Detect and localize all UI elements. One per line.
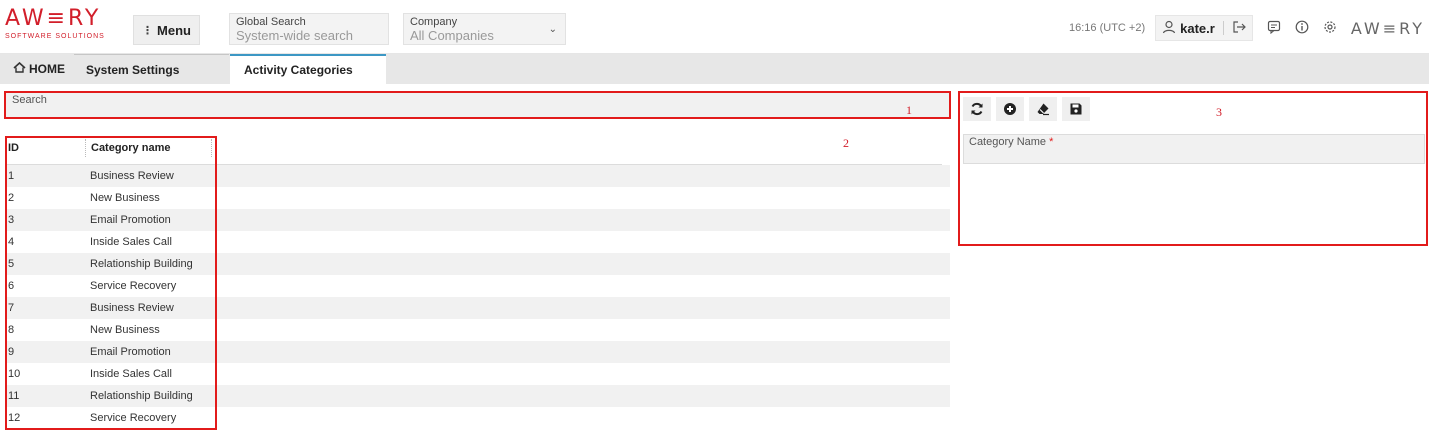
info-icon[interactable]: [1295, 20, 1309, 37]
annotation-3: 3: [1216, 105, 1222, 119]
cell-id: 5: [8, 258, 15, 270]
clear-button[interactable]: [1029, 97, 1057, 121]
table-row[interactable]: 5 Relationship Building: [5, 253, 950, 275]
add-button[interactable]: [996, 97, 1024, 121]
table-body: 1 Business Review 2 New Business 3 Email Prom…: [5, 165, 950, 429]
save-button[interactable]: [1062, 97, 1090, 121]
tab-system-settings[interactable]: System Settings: [74, 54, 229, 84]
cell-id: 12: [8, 412, 21, 424]
cell-id: 6: [8, 280, 15, 292]
category-name-field[interactable]: Category Name *: [963, 134, 1425, 164]
cell-category-name: Inside Sales Call: [90, 368, 172, 380]
global-search-field[interactable]: Global Search System-wide search: [229, 13, 389, 45]
logo-tagline: SOFTWARE SOLUTIONS: [5, 33, 105, 40]
cell-category-name: Business Review: [90, 170, 174, 182]
cell-id: 2: [8, 192, 15, 204]
category-form-panel: 3 Category Name *: [958, 91, 1428, 246]
tab-activity-categories-label: Activity Categories: [244, 63, 353, 77]
company-select[interactable]: Company All Companies ⌄: [403, 13, 566, 45]
header-right-controls: 16:16 (UTC +2) kate.r AW≡RY: [1069, 15, 1429, 41]
cell-category-name: Relationship Building: [90, 258, 193, 270]
search-panel: Search: [4, 91, 951, 119]
gear-icon[interactable]: [1323, 20, 1337, 37]
user-menu[interactable]: kate.r: [1155, 15, 1253, 41]
table-row[interactable]: 2 New Business: [5, 187, 950, 209]
user-name: kate.r: [1180, 20, 1215, 36]
clock-time: 16:16 (UTC +2): [1069, 22, 1146, 34]
menu-button[interactable]: ⋮ Menu: [133, 15, 200, 45]
table-header: ID Category name: [5, 132, 942, 165]
tab-home[interactable]: HOME: [0, 54, 74, 84]
brand-wordmark: AW≡RY: [1350, 18, 1425, 38]
company-label: Company: [410, 16, 458, 28]
table-row[interactable]: 12 Service Recovery: [5, 407, 950, 429]
cell-category-name: Service Recovery: [90, 412, 177, 424]
search-input[interactable]: [6, 93, 949, 117]
cell-category-name: Relationship Building: [90, 390, 193, 402]
form-toolbar: [963, 97, 1095, 121]
column-header-id[interactable]: ID: [5, 142, 85, 154]
table-row[interactable]: 1 Business Review: [5, 165, 950, 187]
annotation-1: 1: [906, 103, 912, 117]
tab-activity-categories[interactable]: Activity Categories: [230, 54, 386, 84]
menu-label: Menu: [157, 22, 191, 38]
top-bar: AW≡RY SOFTWARE SOLUTIONS ⋮ Menu Global S…: [0, 0, 1429, 54]
category-name-input[interactable]: [964, 147, 1424, 163]
tab-system-settings-label: System Settings: [86, 62, 180, 77]
table-row[interactable]: 10 Inside Sales Call: [5, 363, 950, 385]
cell-category-name: Email Promotion: [90, 346, 171, 358]
add-circle-icon: [1004, 103, 1016, 115]
table-row[interactable]: 7 Business Review: [5, 297, 950, 319]
table-row[interactable]: 11 Relationship Building: [5, 385, 950, 407]
cell-id: 8: [8, 324, 15, 336]
user-icon: [1162, 20, 1176, 37]
vertical-dots-icon: ⋮: [142, 24, 154, 37]
chat-icon[interactable]: [1267, 20, 1281, 37]
company-value: All Companies: [410, 28, 494, 43]
categories-table: ID Category name 1 Business Review 2 New Bu…: [5, 132, 950, 429]
save-icon: [1070, 103, 1082, 115]
divider: [1222, 21, 1224, 35]
cell-id: 11: [8, 390, 20, 402]
cell-id: 7: [8, 302, 15, 314]
cell-category-name: Email Promotion: [90, 214, 171, 226]
global-search-label: Global Search: [236, 16, 306, 28]
cell-id: 9: [8, 346, 15, 358]
table-row[interactable]: 6 Service Recovery: [5, 275, 950, 297]
chevron-down-icon: ⌄: [548, 24, 557, 35]
awery-logo[interactable]: AW≡RY SOFTWARE SOLUTIONS: [5, 6, 105, 41]
cell-id: 4: [8, 236, 15, 248]
home-icon: [13, 61, 26, 76]
logo-wordmark: AW≡RY: [5, 6, 102, 31]
cell-category-name: New Business: [90, 324, 160, 336]
cell-category-name: New Business: [90, 192, 160, 204]
cell-id: 1: [8, 170, 15, 182]
tab-bar: HOME System Settings Activity Categories: [0, 54, 1429, 84]
table-row[interactable]: 9 Email Promotion: [5, 341, 950, 363]
cell-id: 3: [8, 214, 15, 226]
table-row[interactable]: 8 New Business: [5, 319, 950, 341]
tab-home-label: HOME: [29, 62, 65, 76]
global-search-input[interactable]: System-wide search: [236, 28, 382, 44]
cell-id: 10: [8, 368, 21, 380]
table-row[interactable]: 3 Email Promotion: [5, 209, 950, 231]
cell-category-name: Business Review: [90, 302, 174, 314]
refresh-button[interactable]: [963, 97, 991, 121]
logout-icon[interactable]: [1232, 20, 1246, 37]
table-row[interactable]: 4 Inside Sales Call: [5, 231, 950, 253]
cell-category-name: Inside Sales Call: [90, 236, 172, 248]
eraser-icon: [1037, 103, 1049, 116]
cell-category-name: Service Recovery: [90, 280, 177, 292]
column-header-category-name[interactable]: Category name: [85, 139, 212, 157]
refresh-icon: [971, 102, 983, 116]
